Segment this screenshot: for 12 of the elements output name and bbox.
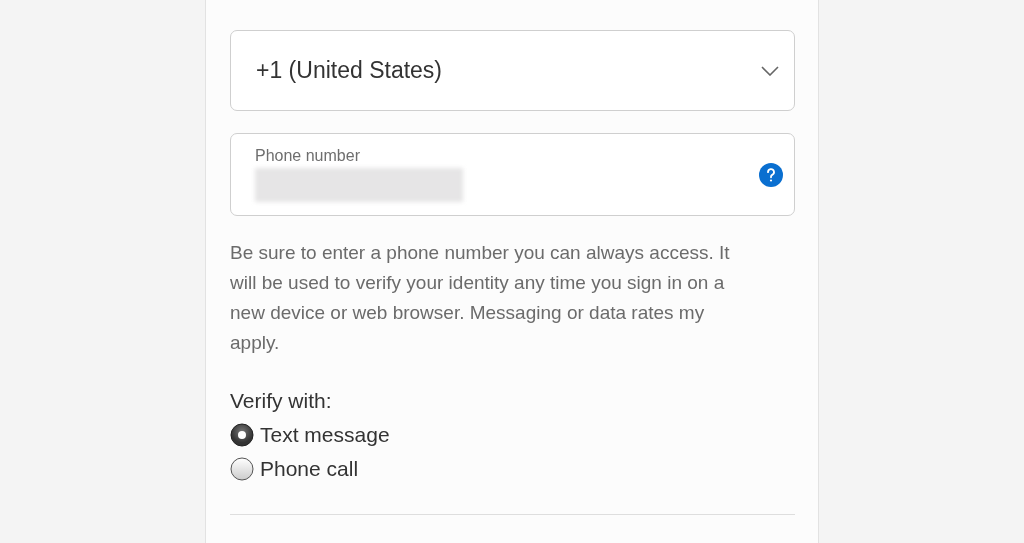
verify-label: Verify with:	[230, 388, 333, 414]
field-label: Phone number	[255, 146, 361, 165]
help-icon[interactable]	[759, 162, 783, 187]
phone-number-field[interactable]: Phone number	[230, 133, 795, 216]
country-value: +1 (United States)	[256, 56, 442, 86]
option-label[interactable]: Phone call	[260, 452, 359, 486]
radio-button[interactable]	[230, 457, 254, 481]
country-select[interactable]: +1 (United States)	[230, 30, 795, 111]
chevron-down-icon	[761, 65, 779, 76]
option-label[interactable]: Text message	[260, 418, 390, 452]
help-text: Be sure to enter a phone number you can always access. It will be used to verify your identity any time you sign in on a new device or web browser. Messaging or data rates my apply.	[230, 241, 730, 355]
radio-button[interactable]	[230, 423, 254, 447]
